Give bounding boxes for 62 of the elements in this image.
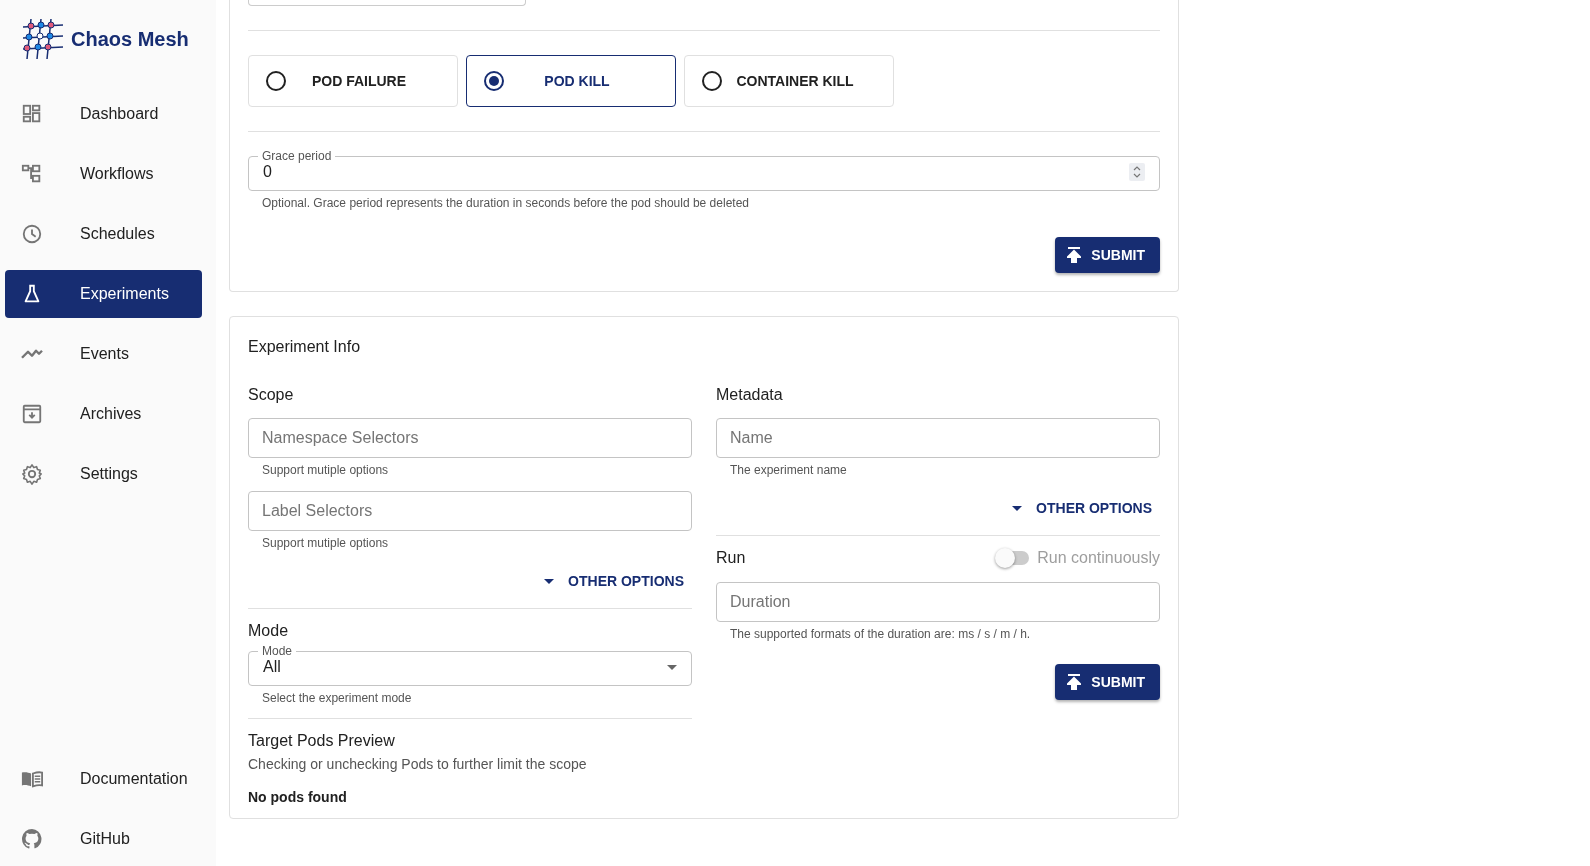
input-field[interactable]: Name [716,418,1160,458]
section-heading: Metadata [716,385,784,405]
radio-option[interactable]: POD KILL [466,55,676,107]
submit-button[interactable]: SUBMIT [1055,237,1160,273]
field-value: All [263,657,282,677]
sidebar-item[interactable]: Experiments [5,270,202,318]
helper-text: Select the experiment mode [261,690,413,706]
input-field[interactable] [248,0,526,6]
brand-name: Chaos Mesh [71,27,189,52]
settings-icon [21,463,43,485]
field-value: 0 [263,162,273,182]
input-field[interactable]: Duration [716,582,1160,622]
caret-icon [667,664,677,670]
radio-checked-icon [483,70,505,92]
sidebar-link[interactable]: Documentation [5,755,202,803]
other-options-button[interactable]: OTHER OPTIONS [1004,494,1160,523]
caret-icon [1012,506,1023,511]
archive-box-icon [21,403,43,425]
sidebar-item[interactable]: Settings [5,450,202,498]
upload-icon [1067,247,1082,263]
field-label: Mode [261,643,294,659]
helper-text: Support mutiple options [261,535,390,551]
input-field[interactable]: Namespace Selectors [248,418,692,458]
select-field[interactable]: Mode All [248,643,692,686]
clock-icon [21,223,43,245]
other-options-button[interactable]: OTHER OPTIONS [536,567,692,596]
radio-unchecked-icon [701,70,723,92]
helper-text: The supported formats of the duration are: ms / s / m / h. [729,626,1032,642]
radio-option[interactable]: CONTAINER KILL [684,55,894,107]
section-heading: Target Pods Preview [248,731,396,751]
submit-button[interactable]: SUBMIT [1055,664,1160,700]
line-chart-icon [21,349,43,359]
switch-label: Run continuously [1037,548,1160,568]
sidebar-item[interactable]: Schedules [5,210,202,258]
flowchart-icon [21,163,43,185]
section-heading: Run [716,548,746,568]
field-label: Grace period [261,148,333,164]
empty-message: No pods found [248,788,348,807]
sidebar-item[interactable]: Events [5,330,202,378]
sidebar-item[interactable]: Workflows [5,150,202,198]
network-logo-icon [21,17,65,61]
book-icon [21,768,43,790]
toggle-switch[interactable] [997,551,1030,565]
helper-text: Support mutiple options [261,462,390,478]
sidebar-item[interactable]: Dashboard [5,90,202,138]
helper-text: The experiment name [729,462,848,478]
description-text: Checking or unchecking Pods to further limit the scope [248,755,588,774]
section-heading: Mode [248,621,290,641]
input-field[interactable]: Label Selectors [248,491,692,531]
sidebar-link[interactable]: GitHub [5,815,202,863]
card-title: Experiment Info [248,337,362,357]
grid-icon [21,103,43,125]
cat-logo-icon [21,828,43,850]
upload-icon [1067,674,1082,690]
section-heading: Scope [248,385,295,405]
spinner-icon[interactable] [1129,163,1145,181]
helper-text: Optional. Grace period represents the duration in seconds before the pod should be deleted [261,195,750,211]
radio-option[interactable]: POD FAILURE [248,55,458,107]
number-field[interactable]: Grace period 0 [248,148,1160,191]
radio-unchecked-icon [265,70,287,92]
sidebar-item[interactable]: Archives [5,390,202,438]
caret-icon [544,579,555,584]
